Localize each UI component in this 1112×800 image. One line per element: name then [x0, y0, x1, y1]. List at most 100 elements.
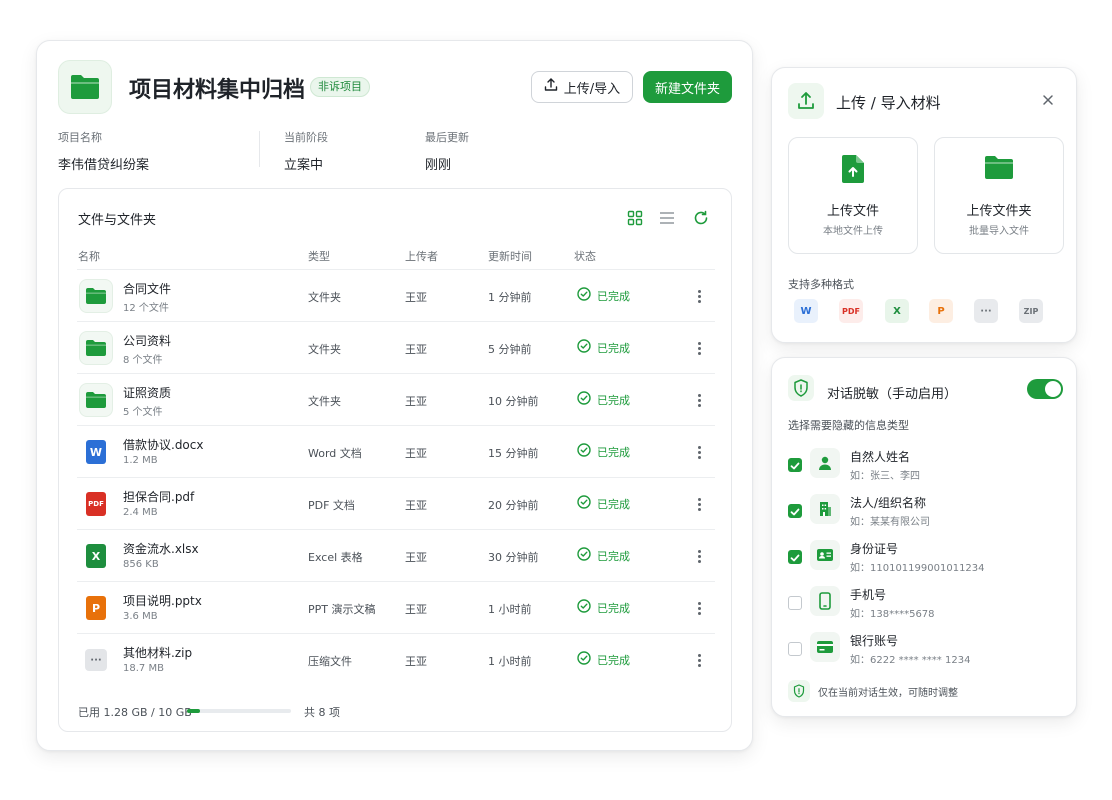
- file-row[interactable]: X 资金流水.xlsx 856 KB Excel 表格 王亚 30 分钟前 已完成: [77, 529, 715, 581]
- option-label: 自然人姓名: [850, 450, 911, 464]
- redaction-title: 对话脱敏（手动启用）: [827, 387, 958, 402]
- file-updated-time: 20 分钟前: [488, 499, 539, 512]
- upload-folder-tile[interactable]: 上传文件夹 批量导入文件: [934, 137, 1064, 254]
- list-view-icon[interactable]: [657, 208, 677, 228]
- zip-file-icon: ···: [79, 643, 113, 677]
- file-row[interactable]: ··· 其他材料.zip 18.7 MB 压缩文件 王亚 1 小时前 已完成: [77, 633, 715, 685]
- file-uploader: 王亚: [405, 551, 427, 564]
- format-badge: ···: [974, 299, 998, 323]
- column-uploader: 上传者: [405, 250, 438, 263]
- meta-stage: 当前阶段 立案中: [284, 131, 328, 173]
- file-row[interactable]: W 借款协议.docx 1.2 MB Word 文档 王亚 15 分钟前 已完成: [77, 425, 715, 477]
- file-row[interactable]: 证照资质 5 个文件 文件夹 王亚 10 分钟前 已完成: [77, 373, 715, 425]
- column-status: 状态: [574, 250, 596, 263]
- project-archive-panel: 项目材料集中归档 非诉项目 上传/导入 新建文件夹 项目名称 李伟借贷纠纷案 当…: [36, 40, 753, 751]
- status-badge: 已完成: [577, 599, 630, 616]
- close-icon[interactable]: [1040, 92, 1056, 108]
- upload-import-panel: 上传 / 导入材料 上传文件 本地文件上传 上传文件夹 批量导入文件 支持多种格…: [771, 67, 1077, 343]
- redaction-checkbox[interactable]: [788, 642, 802, 656]
- file-row[interactable]: P 项目说明.pptx 3.6 MB PPT 演示文稿 王亚 1 小时前 已完成: [77, 581, 715, 633]
- file-row[interactable]: PDF 担保合同.pdf 2.4 MB PDF 文档 王亚 20 分钟前 已完成: [77, 477, 715, 529]
- new-folder-button[interactable]: 新建文件夹: [643, 71, 732, 103]
- more-options-icon[interactable]: [691, 338, 707, 358]
- file-size: 18.7 MB: [123, 663, 164, 674]
- check-circle-icon: [577, 547, 591, 564]
- status-badge: 已完成: [577, 651, 630, 668]
- redaction-checkbox[interactable]: [788, 596, 802, 610]
- storage-usage-label: 已用 1.28 GB / 10 GB: [78, 706, 192, 719]
- file-list-panel: 文件与文件夹 名称 类型 上传者 更新时间 状态 合同文件 12 个文件 文件夹 王亚…: [58, 188, 732, 732]
- upload-file-tile[interactable]: 上传文件 本地文件上传: [788, 137, 918, 254]
- file-name[interactable]: 资金流水.xlsx: [123, 540, 199, 557]
- more-options-icon[interactable]: [691, 598, 707, 618]
- folder-icon: [79, 383, 113, 417]
- file-name[interactable]: 借款协议.docx: [123, 436, 203, 453]
- file-uploader: 王亚: [405, 447, 427, 460]
- more-options-icon[interactable]: [691, 390, 707, 410]
- redaction-subtitle: 选择需要隐藏的信息类型: [788, 419, 909, 432]
- phone-icon: [810, 586, 840, 616]
- format-badge: PDF: [839, 299, 863, 323]
- grid-view-icon[interactable]: [625, 208, 645, 228]
- status-badge: 已完成: [577, 495, 630, 512]
- status-badge: 已完成: [577, 339, 630, 356]
- more-options-icon[interactable]: [691, 494, 707, 514]
- option-example: 如：138****5678: [850, 609, 935, 620]
- check-circle-icon: [577, 599, 591, 616]
- file-name[interactable]: 项目说明.pptx: [123, 592, 202, 609]
- redaction-option: 银行账号 如：6222 **** **** 1234: [788, 629, 1068, 673]
- file-updated-time: 5 分钟前: [488, 343, 532, 356]
- check-circle-icon: [577, 651, 591, 668]
- file-name[interactable]: 担保合同.pdf: [123, 488, 194, 505]
- file-size: 856 KB: [123, 559, 159, 570]
- folder-icon: [79, 279, 113, 313]
- meta-divider: [259, 131, 260, 167]
- file-row[interactable]: 公司资料 8 个文件 文件夹 王亚 5 分钟前 已完成: [77, 321, 715, 373]
- file-type: PDF 文档: [308, 499, 355, 512]
- person-icon: [810, 448, 840, 478]
- redaction-option: 身份证号 如：110101199001011234: [788, 537, 1068, 581]
- status-badge: 已完成: [577, 287, 630, 304]
- check-circle-icon: [577, 495, 591, 512]
- column-updated: 更新时间: [488, 250, 532, 263]
- page-title: 项目材料集中归档: [129, 78, 306, 103]
- format-badge: W: [794, 299, 818, 323]
- total-count-label: 共 8 项: [304, 706, 340, 719]
- meta-project-name: 项目名称 李伟借贷纠纷案: [58, 131, 150, 173]
- file-name[interactable]: 合同文件: [123, 280, 171, 297]
- supported-formats-label: 支持多种格式: [788, 278, 854, 291]
- redaction-toggle[interactable]: [1027, 379, 1063, 399]
- redaction-checkbox[interactable]: [788, 458, 802, 472]
- shield-icon: [788, 375, 814, 401]
- file-name[interactable]: 其他材料.zip: [123, 644, 192, 661]
- more-options-icon[interactable]: [691, 546, 707, 566]
- more-options-icon[interactable]: [691, 650, 707, 670]
- upload-import-button[interactable]: 上传/导入: [531, 71, 633, 103]
- redaction-option: 法人/组织名称 如：某某有限公司: [788, 491, 1068, 535]
- more-options-icon[interactable]: [691, 286, 707, 306]
- file-type: Word 文档: [308, 447, 362, 460]
- file-type: 压缩文件: [308, 655, 352, 668]
- ppt-file-icon: P: [79, 591, 113, 625]
- file-row[interactable]: 合同文件 12 个文件 文件夹 王亚 1 分钟前 已完成: [77, 269, 715, 321]
- file-size: 8 个文件: [123, 355, 163, 366]
- file-list-title: 文件与文件夹: [78, 213, 157, 228]
- upload-icon: [788, 83, 824, 119]
- option-label: 身份证号: [850, 542, 899, 556]
- more-options-icon[interactable]: [691, 442, 707, 462]
- redaction-checkbox[interactable]: [788, 550, 802, 564]
- file-type: 文件夹: [308, 343, 341, 356]
- format-badge: P: [929, 299, 953, 323]
- project-folder-icon: [58, 60, 112, 114]
- file-uploader: 王亚: [405, 655, 427, 668]
- column-name: 名称: [78, 250, 100, 263]
- bank-card-icon: [810, 632, 840, 662]
- file-name[interactable]: 公司资料: [123, 332, 171, 349]
- file-type: 文件夹: [308, 395, 341, 408]
- redaction-note: 仅在当前对话生效，可随时调整: [788, 680, 958, 702]
- file-name[interactable]: 证照资质: [123, 384, 171, 401]
- refresh-icon[interactable]: [691, 208, 711, 228]
- storage-progress-bar: [187, 709, 291, 713]
- redaction-checkbox[interactable]: [788, 504, 802, 518]
- redaction-panel: 对话脱敏（手动启用） 选择需要隐藏的信息类型 自然人姓名 如：张三、李四 法人/组织…: [771, 357, 1077, 717]
